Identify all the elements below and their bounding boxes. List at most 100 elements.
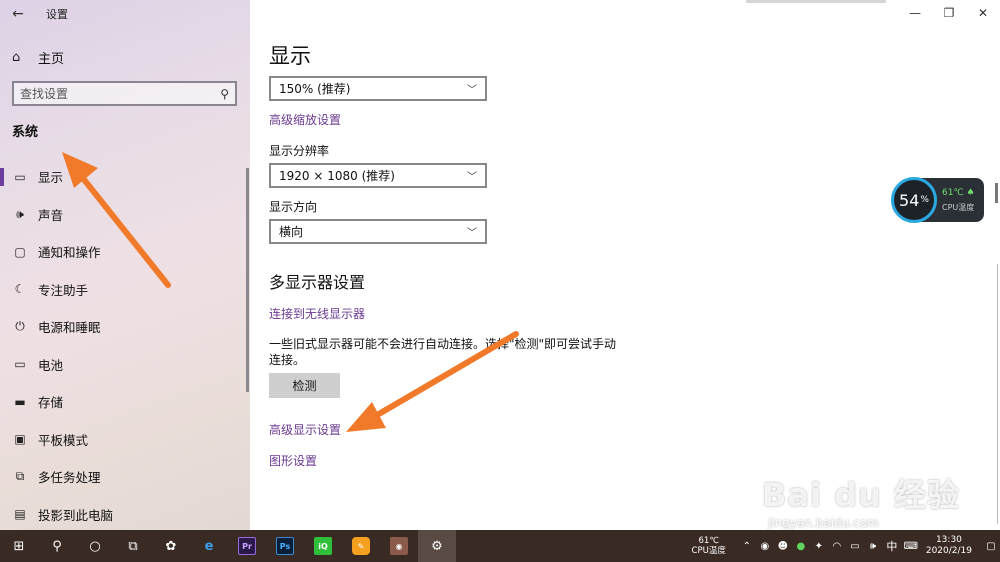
premiere-icon: Pr [238,537,256,555]
resolution-label: 显示分辨率 [269,144,330,158]
sidebar-item-label: 平板模式 [38,432,89,448]
detect-button[interactable]: 检测 [269,373,340,398]
resolution-dropdown[interactable]: 1920 × 1080 (推荐) ﹀ [269,163,487,188]
home-link[interactable]: ⌂ 主页 [12,46,64,68]
taskbar-app-pinwheel[interactable]: ✿ [152,530,190,562]
back-button[interactable]: ← [0,0,36,28]
ime-icon[interactable]: ⌨ [902,541,920,552]
advanced-display-link[interactable]: 高级显示设置 [269,421,341,438]
notification-center-icon[interactable]: ▢ [982,541,1000,552]
volume-icon[interactable]: 🕪 [864,541,882,552]
tray-cpu-temp[interactable]: 61℃ CPU温度 [692,536,726,556]
sidebar-item-focus-assist[interactable]: ☾ 专注助手 [0,271,248,309]
notification-icon: ▢ [14,244,26,259]
taskbar-search-button[interactable]: ⚲ [38,530,76,562]
system-tray: 61℃ CPU温度 ⌃ ◉ ☻ ● ✦ ◠ ▭ 🕪 中 ⌨ 13:30 2020… [692,530,1000,562]
main-scrollbar-track[interactable] [997,264,998,524]
advanced-scale-link[interactable]: 高级缩放设置 [269,111,341,128]
close-icon[interactable]: ✕ [966,0,1000,26]
tray-temp-label: CPU温度 [691,546,726,556]
orientation-dropdown[interactable]: 横向 ﹀ [269,219,487,244]
orange-app-icon: ✎ [352,537,370,555]
wechat-icon[interactable]: ● [792,541,810,552]
taskbar-app-photoshop[interactable]: Ps [266,530,304,562]
record-icon[interactable]: ◉ [756,541,774,552]
sidebar-item-power[interactable]: ⏻ 电源和睡眠 [0,308,248,346]
orientation-label: 显示方向 [269,200,318,214]
pin-icon[interactable]: ✦ [810,541,828,552]
taskbar-app-ie[interactable]: e [190,530,228,562]
multi-display-heading: 多显示器设置 [269,273,366,292]
restore-icon[interactable]: ❐ [932,0,966,26]
tablet-icon: ▣ [14,432,26,447]
input-language[interactable]: 中 [882,538,902,554]
search-input[interactable]: 查找设置 ⚲ [12,81,237,106]
resolution-value: 1920 × 1080 (推荐) [279,169,395,183]
cpu-usage-ring: 54% [891,177,937,223]
sidebar-item-label: 投影到此电脑 [38,507,114,523]
sidebar-item-label: 多任务处理 [38,470,101,486]
watermark-sub: jingyan.baidu.com [768,516,879,530]
main-panel: — ❐ ✕ 显示 150% (推荐) ﹀ 高级缩放设置 显示分辨率 1920 ×… [250,0,1000,530]
cortana-button[interactable]: ○ [76,530,114,562]
chevron-down-icon: ﹀ [467,228,477,239]
window-controls: — ❐ ✕ [898,0,1000,26]
power-icon: ⏻ [15,319,25,334]
taskbar-app-orange[interactable]: ✎ [342,530,380,562]
sidebar-item-storage[interactable]: ▬ 存储 [0,383,248,421]
sidebar-item-tablet[interactable]: ▣ 平板模式 [0,421,248,459]
sidebar-item-display[interactable]: ▭ 显示 [0,158,248,196]
taskbar-app-settings[interactable]: ⚙ [418,530,456,562]
app-title: 设置 [46,8,68,21]
search-placeholder: 查找设置 [20,87,69,101]
sidebar-item-label: 存储 [38,395,64,411]
sidebar-scrollbar[interactable] [246,168,249,392]
taskbar-app-iqiyi[interactable]: iQ [304,530,342,562]
sidebar-item-project[interactable]: ▤ 投影到此电脑 [0,496,248,531]
sidebar-item-label: 通知和操作 [38,245,101,261]
sidebar-item-sound[interactable]: 🕪 声音 [0,196,248,234]
battery-icon: ▭ [14,357,26,372]
search-icon: ⚲ [220,86,229,101]
scale-dropdown[interactable]: 150% (推荐) ﹀ [269,76,487,101]
graphics-settings-link[interactable]: 图形设置 [269,452,317,469]
speaker-icon: 🕪 [16,206,24,221]
task-view-button[interactable]: ⧉ [114,530,152,562]
sidebar-item-notifications[interactable]: ▢ 通知和操作 [0,233,248,271]
sidebar-item-multitasking[interactable]: ⧉ 多任务处理 [0,458,248,496]
chevron-down-icon: ﹀ [467,172,477,183]
wireless-display-link[interactable]: 连接到无线显示器 [269,305,365,322]
clock-date: 2020/2/19 [925,546,972,556]
cpu-widget[interactable]: 54% 61℃ ♠ CPU温度 [891,177,984,223]
chevron-up-icon[interactable]: ⌃ [738,541,756,552]
multitask-icon: ⧉ [15,469,25,484]
minimize-icon[interactable]: — [898,0,932,26]
sidebar-item-label: 电池 [38,357,64,373]
taskbar-app-photo[interactable]: ◉ [380,530,418,562]
sidebar: ← 设置 ⌂ 主页 查找设置 ⚲ 系统 ▭ 显示 🕪 声音 ▢ 通知和操作 ☾ … [0,0,250,530]
taskbar-app-premiere[interactable]: Pr [228,530,266,562]
clock-time: 13:30 [935,535,962,545]
photo-app-icon: ◉ [390,537,408,555]
gear-icon: ⚙ [431,538,443,554]
sidebar-item-label: 专注助手 [38,282,89,298]
photoshop-icon: Ps [276,537,294,555]
clock[interactable]: 13:30 2020/2/19 [926,535,972,557]
sidebar-item-label: 显示 [38,170,64,186]
iqiyi-icon: iQ [314,537,332,555]
pinwheel-icon: ✿ [165,538,177,554]
wifi-icon[interactable]: ◠ [828,541,846,552]
baidu-watermark: Bai du 经验 jingyan.baidu.com [762,470,960,530]
main-scrollbar-thumb[interactable] [995,183,998,203]
circle-icon: ○ [89,538,101,554]
leaf-icon: ♠ [966,188,975,198]
chevron-down-icon: ﹀ [467,85,477,96]
cpu-temp: 61℃ ♠ [942,188,975,198]
battery-icon[interactable]: ▭ [846,541,864,552]
tray-temp-value: 61℃ [698,536,719,546]
sidebar-item-battery[interactable]: ▭ 电池 [0,346,248,384]
scale-value: 150% (推荐) [279,82,351,96]
start-button[interactable]: ⊞ [0,530,38,562]
windows-icon: ⊞ [13,538,25,554]
qq-icon[interactable]: ☻ [774,541,792,552]
